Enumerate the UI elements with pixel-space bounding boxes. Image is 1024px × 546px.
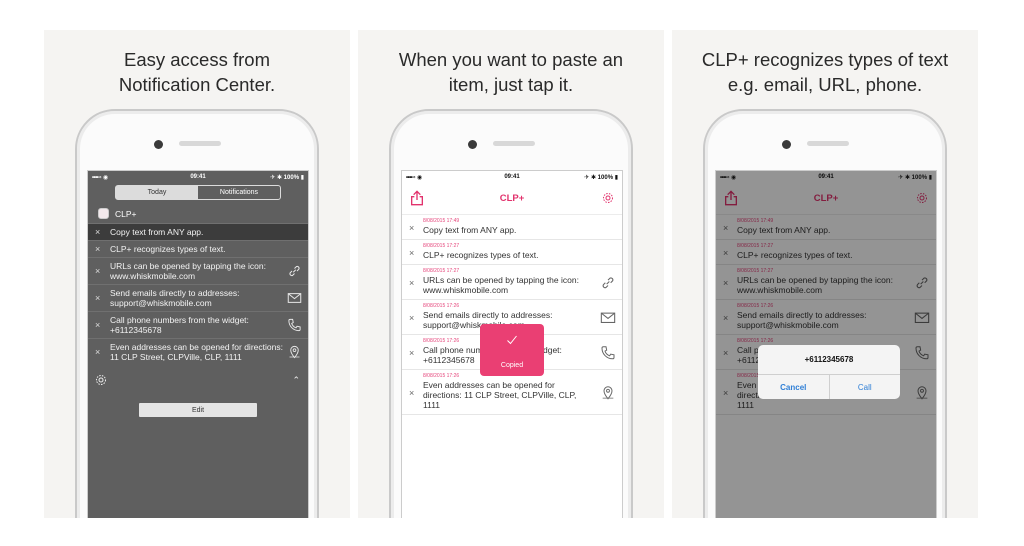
notification-center-screen: ••••∘ ◉ 09:41 ✈ ✱ 100% ▮ Today Notificat… bbox=[87, 170, 309, 518]
mail-icon[interactable] bbox=[287, 291, 302, 306]
list-item[interactable]: ×8/08/2015 17:26Even addresses can be op… bbox=[402, 370, 622, 415]
tab-today[interactable]: Today bbox=[116, 186, 198, 199]
close-icon[interactable]: × bbox=[409, 388, 414, 398]
iphone-frame: ••••∘ ◉ 09:41 ✈ ✱ 100% ▮ Today Notificat… bbox=[75, 109, 319, 518]
app-title: CLP+ bbox=[499, 193, 525, 204]
nav-bar: CLP+ bbox=[402, 183, 622, 215]
item-text: URLs can be opened by tapping the icon: … bbox=[423, 275, 579, 295]
widget-header: CLP+ bbox=[98, 208, 137, 219]
panel-recognize: CLP+ recognizes types of text e.g. email… bbox=[672, 30, 978, 518]
item-text: Send emails directly to addresses: suppo… bbox=[110, 288, 240, 308]
close-icon[interactable]: × bbox=[95, 227, 100, 237]
panel-paste: When you want to paste an item, just tap… bbox=[358, 30, 664, 518]
mail-icon[interactable] bbox=[600, 310, 616, 326]
iphone-frame: ••••∘ ◉ 09:41 ✈ ✱ 100% ▮ CLP+ × 8/08/2015… bbox=[389, 109, 633, 518]
list-item[interactable]: × Send emails directly to addresses: supp… bbox=[88, 284, 308, 311]
speaker bbox=[493, 141, 535, 146]
edit-button[interactable]: Edit bbox=[139, 403, 257, 417]
item-text: Even addresses can be opened for directi… bbox=[423, 380, 577, 410]
item-text: Copy text from ANY app. bbox=[110, 227, 204, 237]
close-icon[interactable]: × bbox=[409, 278, 414, 288]
list-item[interactable]: × 8/08/2015 17:27 URLs can be opened by ta… bbox=[402, 265, 622, 300]
close-icon[interactable]: × bbox=[95, 244, 100, 254]
close-icon[interactable]: × bbox=[409, 223, 414, 233]
close-icon[interactable]: × bbox=[95, 347, 100, 357]
list-item[interactable]: × 8/08/2015 17:49 Copy text from ANY app. bbox=[402, 215, 622, 240]
signal-indicator: ••••∘ ◉ bbox=[92, 174, 108, 181]
cancel-button[interactable]: Cancel bbox=[758, 375, 830, 399]
close-icon[interactable]: × bbox=[409, 248, 414, 258]
phone-icon[interactable] bbox=[600, 345, 616, 361]
phone-icon[interactable] bbox=[287, 318, 302, 333]
widget-title: CLP+ bbox=[115, 208, 137, 219]
call-alert: +6112345678 Cancel Call bbox=[758, 345, 900, 399]
signal-indicator: ••••∘ ◉ bbox=[720, 174, 736, 181]
status-bar: ••••∘ ◉ 09:41 ✈ ✱ 100% ▮ bbox=[402, 171, 622, 183]
battery-indicator: ✈ ✱ 100% ▮ bbox=[270, 174, 304, 181]
panel-notification-center: Easy access from Notification Center. ••… bbox=[44, 30, 350, 518]
item-timestamp: 8/08/2015 17:27 bbox=[423, 268, 460, 274]
call-button[interactable]: Call bbox=[830, 375, 901, 399]
caption: Easy access from Notification Center. bbox=[118, 49, 276, 95]
list-item[interactable]: × CLP+ recognizes types of text. bbox=[88, 240, 308, 257]
item-text: Copy text from ANY app. bbox=[423, 225, 517, 235]
close-icon[interactable]: × bbox=[409, 313, 414, 323]
clip-list: × 8/08/2015 17:49 Copy text from ANY app. ×… bbox=[402, 215, 622, 415]
link-icon[interactable] bbox=[600, 275, 616, 291]
item-text: CLP+ recognizes types of text. bbox=[110, 244, 226, 254]
list-item[interactable]: × Even addresses can be opened for direct… bbox=[88, 338, 308, 365]
copied-toast: Copied bbox=[480, 324, 544, 376]
close-icon[interactable]: × bbox=[95, 293, 100, 303]
item-text: URLs can be opened by tapping the icon: … bbox=[110, 261, 266, 281]
battery-indicator: ✈ ✱ 100% ▮ bbox=[584, 174, 618, 181]
app-screen: ••••∘ ◉ 09:41 ✈ ✱ 100% ▮ CLP+ × 8/08/2015… bbox=[715, 170, 937, 518]
camera bbox=[782, 140, 791, 149]
speaker bbox=[807, 141, 849, 146]
map-pin-icon[interactable] bbox=[287, 345, 302, 360]
caption: CLP+ recognizes types of text e.g. email… bbox=[701, 49, 949, 95]
nc-segmented-control: Today Notifications bbox=[115, 185, 281, 200]
battery-indicator: ✈ ✱ 100% ▮ bbox=[898, 174, 932, 181]
list-item[interactable]: × URLs can be opened by tapping the icon:… bbox=[88, 257, 308, 284]
camera bbox=[154, 140, 163, 149]
item-text: CLP+ recognizes types of text. bbox=[423, 250, 539, 260]
gear-icon[interactable] bbox=[602, 192, 614, 204]
item-timestamp: 8/08/2015 17:26 bbox=[423, 303, 460, 309]
gear-icon[interactable] bbox=[95, 374, 107, 386]
close-icon[interactable]: × bbox=[95, 266, 100, 276]
close-icon[interactable]: × bbox=[95, 320, 100, 330]
list-item[interactable]: × Call phone numbers from the widget: +61… bbox=[88, 311, 308, 338]
list-item[interactable]: × 8/08/2015 17:27 CLP+ recognizes types of… bbox=[402, 240, 622, 265]
app-icon bbox=[98, 208, 109, 219]
tab-notifications[interactable]: Notifications bbox=[198, 186, 280, 199]
item-timestamp: 8/08/2015 17:49 bbox=[423, 218, 460, 224]
alert-buttons: Cancel Call bbox=[758, 375, 900, 399]
item-timestamp: 8/08/2015 17:27 bbox=[423, 243, 460, 249]
item-text: Call phone numbers from the widget: +611… bbox=[110, 315, 249, 335]
checkmark-icon bbox=[507, 335, 517, 345]
camera bbox=[468, 140, 477, 149]
chevron-up-icon[interactable]: ⌃ bbox=[292, 375, 300, 386]
map-pin-icon[interactable] bbox=[600, 385, 616, 401]
list-item[interactable]: × Copy text from ANY app. bbox=[88, 223, 308, 240]
close-icon[interactable]: × bbox=[409, 348, 414, 358]
widget-list: × Copy text from ANY app. × CLP+ recognizes… bbox=[88, 223, 308, 365]
copied-label: Copied bbox=[500, 362, 524, 369]
signal-indicator: ••••∘ ◉ bbox=[406, 174, 422, 181]
link-icon[interactable] bbox=[287, 264, 302, 279]
speaker bbox=[179, 141, 221, 146]
widget-footer: ⌃ bbox=[88, 372, 308, 388]
app-screen: ••••∘ ◉ 09:41 ✈ ✱ 100% ▮ CLP+ × 8/08/2015… bbox=[401, 170, 623, 518]
iphone-frame: ••••∘ ◉ 09:41 ✈ ✱ 100% ▮ CLP+ × 8/08/2015… bbox=[703, 109, 947, 518]
status-bar: ••••∘ ◉ 09:41 ✈ ✱ 100% ▮ bbox=[88, 171, 308, 183]
item-text: Even addresses can be opened for directi… bbox=[110, 342, 283, 362]
alert-phone-number: +6112345678 bbox=[758, 345, 900, 375]
caption: When you want to paste an item, just tap… bbox=[398, 49, 624, 95]
